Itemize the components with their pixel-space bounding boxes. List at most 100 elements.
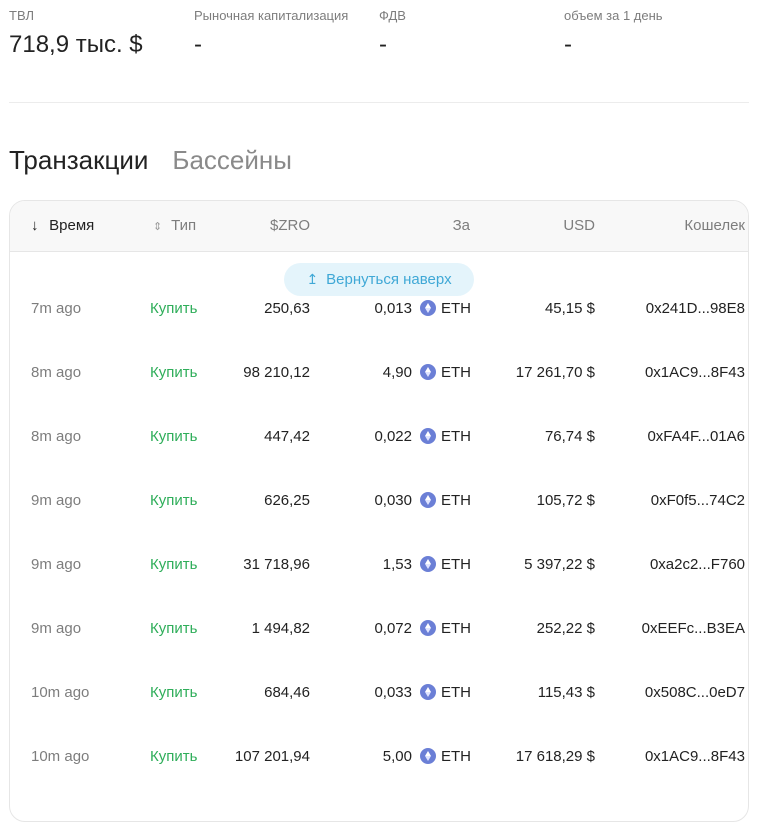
stat-value: - xyxy=(564,31,572,58)
column-header-time[interactable]: ↓ Время xyxy=(31,201,94,251)
cell-type[interactable]: Купить xyxy=(150,533,197,597)
cell-wallet[interactable]: 0xFA4F...01A6 xyxy=(647,405,745,469)
cell-time: 8m ago xyxy=(31,428,82,445)
cell-type[interactable]: Купить xyxy=(150,405,197,469)
table-row[interactable]: 9m ago Купить 1 494,82 0,072 ETH 252,22 … xyxy=(10,597,748,661)
cell-usd: 76,74 $ xyxy=(544,428,595,445)
eth-icon xyxy=(420,492,436,508)
cell-wallet[interactable]: 0x508C...0eD7 xyxy=(645,661,745,725)
table-row[interactable]: 10m ago Купить 684,46 0,033 ETH 115,43 $… xyxy=(10,661,748,725)
stat-volume-1d: объем за 1 день - xyxy=(564,8,663,60)
tab-transactions[interactable]: Транзакции xyxy=(9,142,148,178)
cell-eth-amount: 5,00 xyxy=(382,748,412,765)
pool-stats: ТВЛ 718,9 тыс. $ Рыночная капитализация … xyxy=(9,8,749,68)
token-label: ETH xyxy=(441,556,471,573)
cell-usd: 17 618,29 $ xyxy=(515,748,595,765)
column-header-type[interactable]: ⇕ Тип xyxy=(153,201,196,252)
stat-tvl: ТВЛ 718,9 тыс. $ xyxy=(9,8,143,60)
tab-bar: Транзакции Бассейны xyxy=(9,142,292,178)
cell-time: 9m ago xyxy=(31,620,82,637)
tab-pools[interactable]: Бассейны xyxy=(172,142,292,178)
cell-eth-amount: 0,013 xyxy=(374,300,412,317)
column-header-label: Время xyxy=(49,217,95,234)
cell-wallet[interactable]: 0xa2c2...F760 xyxy=(650,533,745,597)
table-row[interactable]: 9m ago Купить 31 718,96 1,53 ETH 5 397,2… xyxy=(10,533,748,597)
stat-label: ФДВ xyxy=(379,8,406,23)
cell-usd: 5 397,22 $ xyxy=(524,556,595,573)
eth-icon xyxy=(420,300,436,316)
table-row[interactable]: 8m ago Купить 447,42 0,022 ETH 76,74 $ 0… xyxy=(10,405,748,469)
cell-time: 7m ago xyxy=(31,300,82,317)
stat-label: объем за 1 день xyxy=(564,8,663,23)
table-row[interactable]: 10m ago Купить 107 201,94 5,00 ETH 17 61… xyxy=(10,725,748,789)
cell-token: ETH xyxy=(420,405,471,469)
cell-type[interactable]: Купить xyxy=(150,469,197,533)
table-row[interactable]: 9m ago Купить 626,25 0,030 ETH 105,72 $ … xyxy=(10,469,748,533)
stat-label: ТВЛ xyxy=(9,8,34,23)
table-row[interactable]: 8m ago Купить 98 210,12 4,90 ETH 17 261,… xyxy=(10,341,748,405)
column-header-for: За xyxy=(452,217,470,234)
stat-market-cap: Рыночная капитализация - xyxy=(194,8,348,60)
cell-zro-amount: 447,42 xyxy=(264,428,310,445)
table-row[interactable]: 7m ago Купить 250,63 0,013 ETH 45,15 $ 0… xyxy=(10,277,748,341)
cell-zro-amount: 626,25 xyxy=(264,492,310,509)
cell-usd: 252,22 $ xyxy=(536,620,595,637)
cell-eth-amount: 0,033 xyxy=(374,684,412,701)
eth-icon xyxy=(420,620,436,636)
eth-icon xyxy=(420,428,436,444)
cell-usd: 17 261,70 $ xyxy=(515,364,595,381)
token-label: ETH xyxy=(441,748,471,765)
token-label: ETH xyxy=(441,300,471,317)
token-label: ETH xyxy=(441,428,471,445)
stat-value: 718,9 тыс. $ xyxy=(9,31,143,58)
cell-type[interactable]: Купить xyxy=(150,277,197,341)
divider xyxy=(9,102,749,103)
cell-type[interactable]: Купить xyxy=(150,597,197,661)
arrow-down-icon: ↓ xyxy=(31,217,39,234)
eth-icon xyxy=(420,684,436,700)
cell-zro-amount: 684,46 xyxy=(264,684,310,701)
eth-icon xyxy=(420,748,436,764)
cell-eth-amount: 0,072 xyxy=(374,620,412,637)
cell-time: 9m ago xyxy=(31,492,82,509)
token-label: ETH xyxy=(441,620,471,637)
cell-wallet[interactable]: 0x241D...98E8 xyxy=(646,277,745,341)
cell-wallet[interactable]: 0x1AC9...8F43 xyxy=(645,341,745,405)
cell-type[interactable]: Купить xyxy=(150,341,197,405)
cell-token: ETH xyxy=(420,469,471,533)
cell-wallet[interactable]: 0xF0f5...74C2 xyxy=(651,469,745,533)
stat-fdv: ФДВ - xyxy=(379,8,406,60)
cell-usd: 105,72 $ xyxy=(536,492,595,509)
transactions-table: ↓ Время ⇕ Тип $ZRO За USD Кошелек ↥ Верну… xyxy=(9,200,749,822)
cell-token: ETH xyxy=(420,341,471,405)
cell-eth-amount: 0,030 xyxy=(374,492,412,509)
cell-usd: 45,15 $ xyxy=(544,300,595,317)
eth-icon xyxy=(420,556,436,572)
cell-token: ETH xyxy=(420,725,471,789)
cell-token: ETH xyxy=(420,597,471,661)
token-label: ETH xyxy=(441,492,471,509)
column-header-label: Тип xyxy=(171,217,197,234)
cell-time: 8m ago xyxy=(31,364,82,381)
cell-wallet[interactable]: 0xEEFc...B3EA xyxy=(642,597,745,661)
sort-icon: ⇕ xyxy=(153,221,163,233)
column-header-usd: USD xyxy=(563,217,595,234)
stat-value: - xyxy=(379,31,387,58)
cell-zro-amount: 31 718,96 xyxy=(243,556,310,573)
cell-time: 9m ago xyxy=(31,556,82,573)
stat-value: - xyxy=(194,31,202,58)
cell-zro-amount: 250,63 xyxy=(264,300,310,317)
token-label: ETH xyxy=(441,364,471,381)
cell-token: ETH xyxy=(420,533,471,597)
cell-type[interactable]: Купить xyxy=(150,725,197,789)
cell-eth-amount: 0,022 xyxy=(374,428,412,445)
cell-time: 10m ago xyxy=(31,748,90,765)
cell-time: 10m ago xyxy=(31,684,90,701)
cell-wallet[interactable]: 0x1AC9...8F43 xyxy=(645,725,745,789)
eth-icon xyxy=(420,364,436,380)
column-header-zro: $ZRO xyxy=(269,217,310,234)
cell-eth-amount: 4,90 xyxy=(382,364,412,381)
cell-token: ETH xyxy=(420,661,471,725)
table-header: ↓ Время ⇕ Тип $ZRO За USD Кошелек xyxy=(10,201,748,252)
cell-type[interactable]: Купить xyxy=(150,661,197,725)
